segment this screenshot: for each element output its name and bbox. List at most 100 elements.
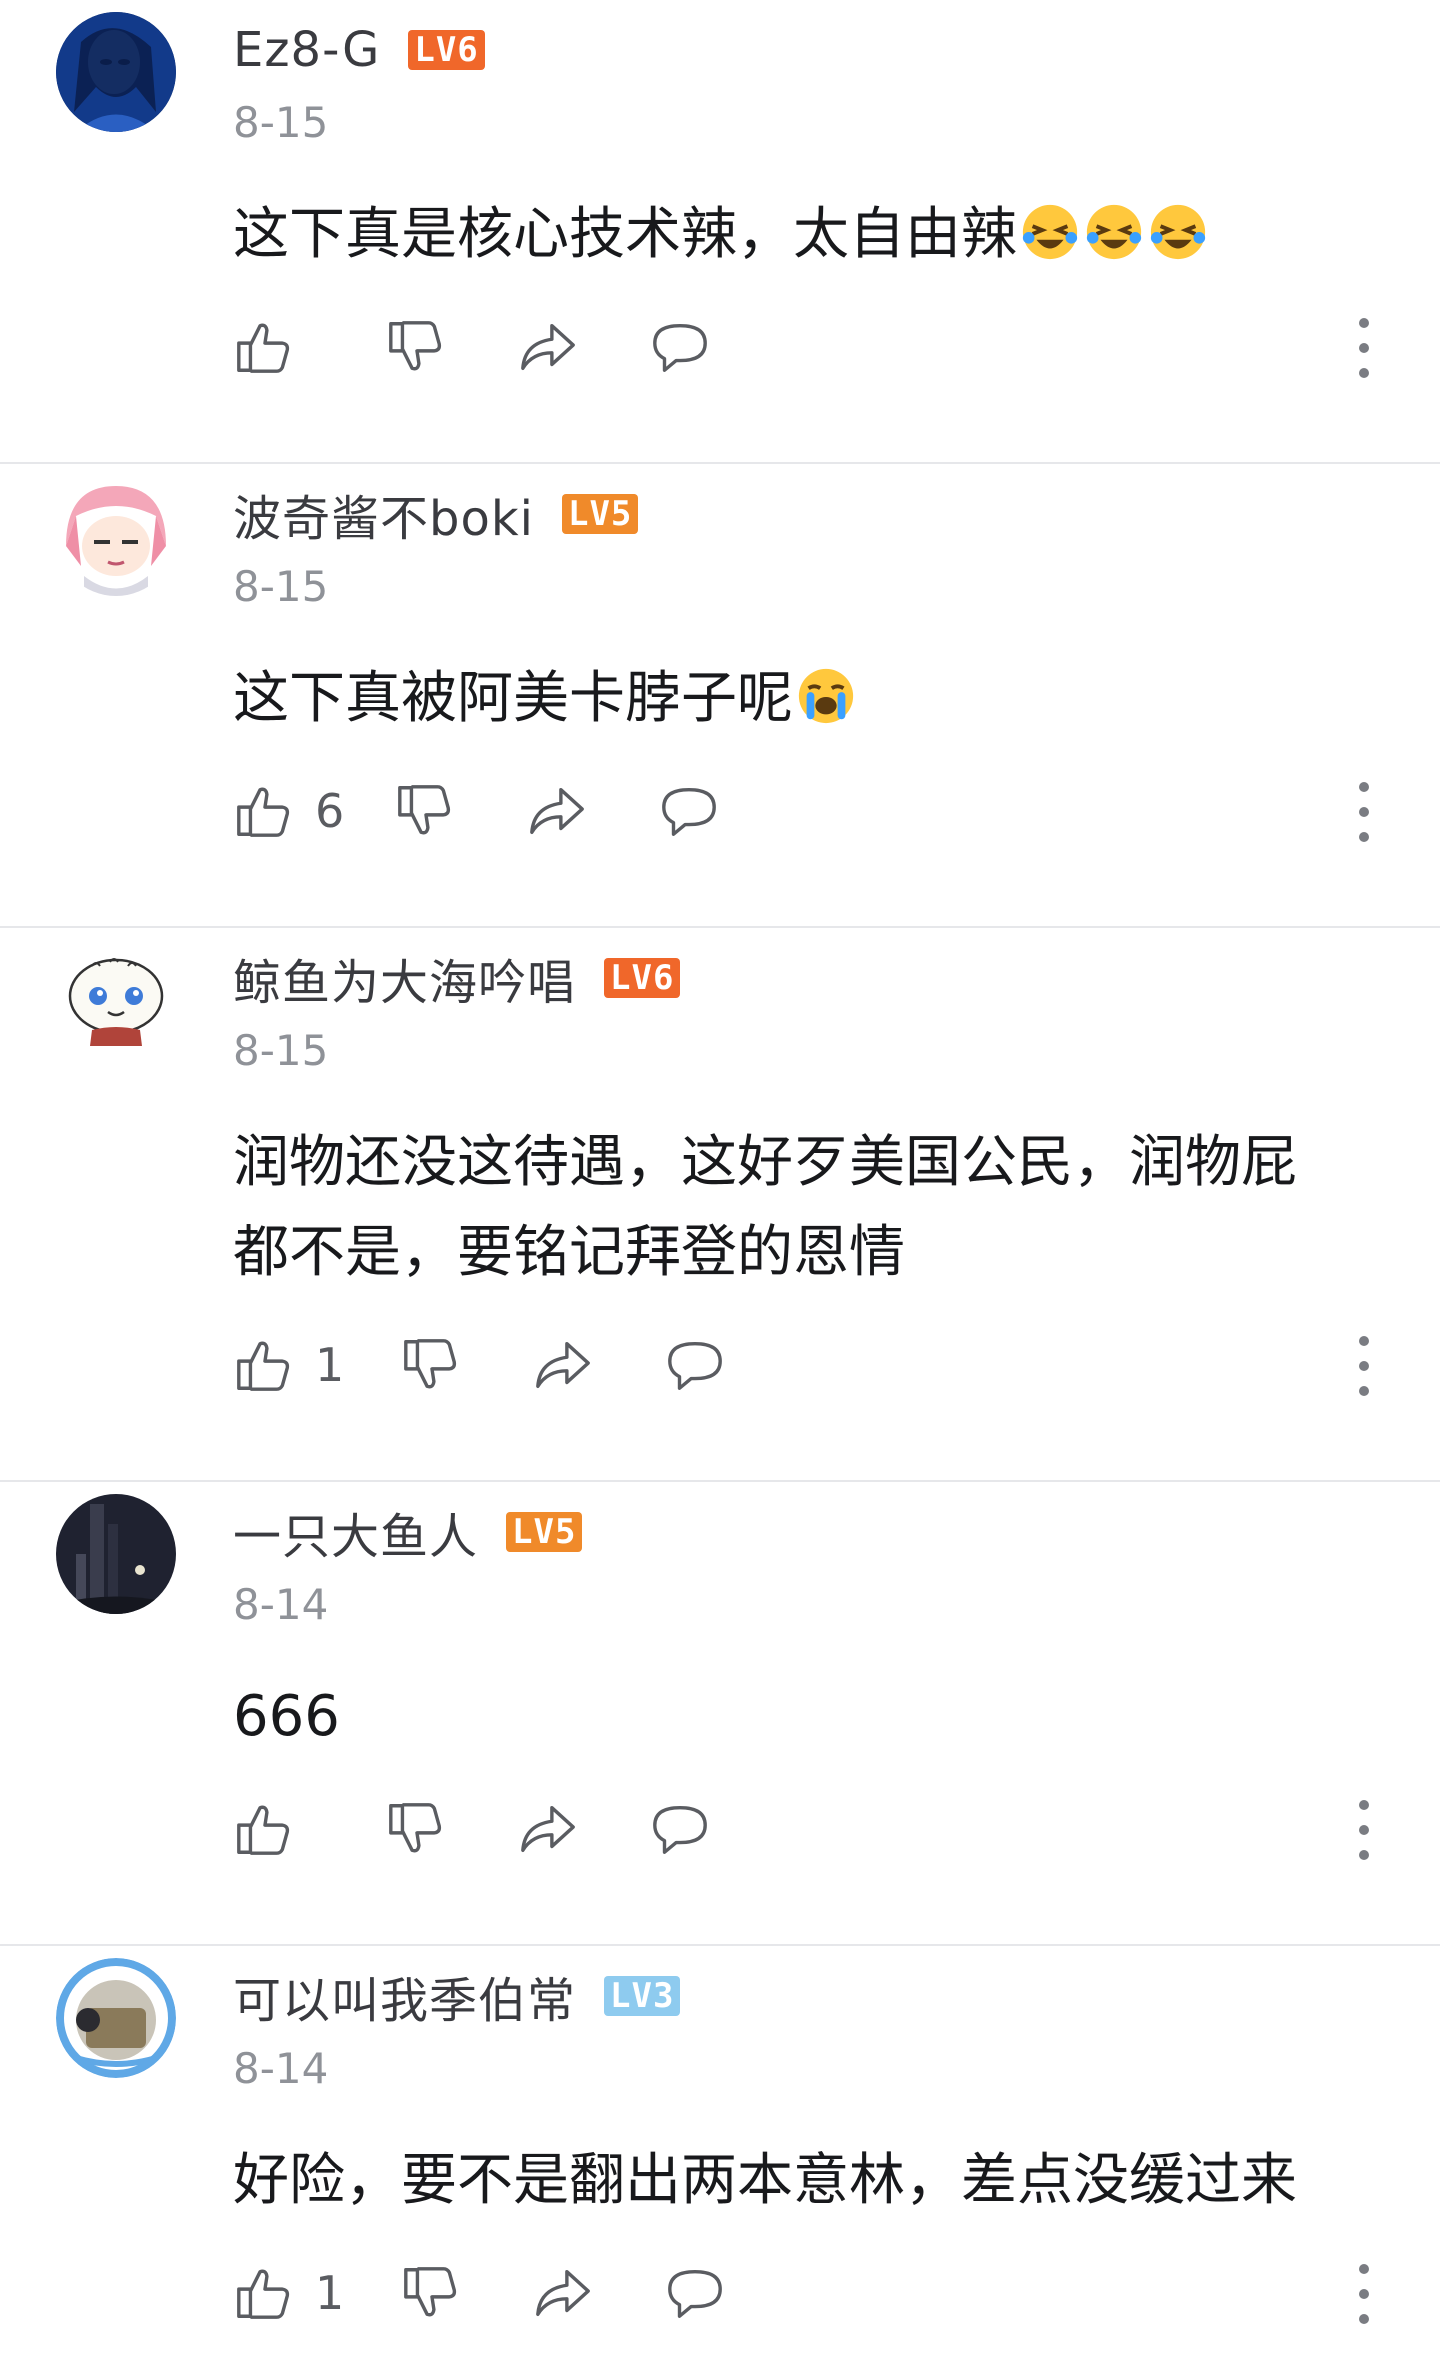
share-button[interactable] <box>517 1794 579 1864</box>
more-icon[interactable] <box>1356 1336 1372 1396</box>
comment-item: 一只大鱼人 LV5 8-14 666 <box>0 1482 1440 1946</box>
thumbs-up-icon <box>237 323 290 373</box>
share-icon <box>530 787 585 835</box>
comment-header: 鲸鱼为大海吟唱 LV6 <box>233 948 681 1011</box>
reply-icon <box>653 1805 707 1854</box>
comment-date: 8-14 <box>233 1580 329 1629</box>
thumbs-down-icon <box>398 785 451 835</box>
username[interactable]: Ez8-G <box>233 22 380 78</box>
level-badge: LV6 <box>408 30 485 70</box>
avatar-image-icon <box>56 940 176 1060</box>
level-badge: LV5 <box>506 1512 583 1552</box>
comment-list: Ez8-G LV6 8-15 这下真是核心技术辣，太自由辣 波奇酱不boki L… <box>0 0 1440 2366</box>
comment-text-content: 这下真是核心技术辣，太自由辣 <box>233 202 1017 267</box>
laughing-crying-emoji <box>1022 204 1078 260</box>
comment-item: 波奇酱不boki LV5 8-15 这下真被阿美卡脖子呢 6 <box>0 464 1440 928</box>
avatar[interactable] <box>56 1494 176 1614</box>
share-button[interactable] <box>517 312 579 382</box>
more-icon[interactable] <box>1356 318 1372 378</box>
comment-text: 这下真被阿美卡脖子呢 <box>233 654 1383 744</box>
reply-button[interactable] <box>664 1330 726 1400</box>
share-icon <box>536 1341 591 1389</box>
dislike-button[interactable] <box>394 776 456 846</box>
username[interactable]: 一只大鱼人 <box>233 1497 478 1567</box>
avatar-image-icon <box>56 1494 176 1614</box>
reply-button[interactable] <box>658 776 720 846</box>
thumbs-up-icon <box>237 2269 290 2319</box>
like-button[interactable] <box>233 1794 315 1864</box>
dislike-button[interactable] <box>385 312 447 382</box>
avatar-image-icon <box>56 12 176 132</box>
username[interactable]: 波奇酱不boki <box>233 479 534 549</box>
comment-date: 8-14 <box>233 2044 329 2093</box>
more-icon[interactable] <box>1356 2264 1372 2324</box>
thumbs-down-icon <box>404 1339 457 1389</box>
like-count: 6 <box>315 784 345 838</box>
laughing-crying-emoji <box>1086 204 1142 260</box>
level-badge: LV3 <box>604 1976 681 2016</box>
action-bar <box>233 1794 711 1864</box>
comment-item: 鲸鱼为大海吟唱 LV6 8-15 润物还没这待遇，这好歹美国公民，润物屁 都不是… <box>0 928 1440 1482</box>
like-button[interactable]: 1 <box>233 1330 344 1400</box>
thumbs-up-icon <box>237 1341 290 1391</box>
level-badge: LV6 <box>604 958 681 998</box>
like-button[interactable] <box>233 312 315 382</box>
like-button[interactable]: 6 <box>233 776 344 846</box>
comment-header: 可以叫我季伯常 LV3 <box>233 1966 681 2029</box>
comment-text: 润物还没这待遇，这好歹美国公民，润物屁 都不是，要铭记拜登的恩情 <box>233 1118 1383 1298</box>
share-icon <box>536 2269 591 2317</box>
username[interactable]: 鲸鱼为大海吟唱 <box>233 943 576 1013</box>
avatar[interactable] <box>56 476 176 596</box>
comment-date: 8-15 <box>233 562 329 611</box>
action-bar <box>233 312 711 382</box>
avatar[interactable] <box>56 1958 176 2078</box>
action-bar: 6 <box>233 776 720 846</box>
avatar[interactable] <box>56 940 176 1060</box>
comment-header: Ez8-G LV6 <box>233 20 485 80</box>
reply-button[interactable] <box>664 2258 726 2328</box>
comment-text: 666 <box>233 1672 1383 1762</box>
comment-item: Ez8-G LV6 8-15 这下真是核心技术辣，太自由辣 <box>0 0 1440 464</box>
comment-header: 波奇酱不boki LV5 <box>233 484 639 547</box>
more-icon[interactable] <box>1356 782 1372 842</box>
dislike-button[interactable] <box>385 1794 447 1864</box>
comment-item: 可以叫我季伯常 LV3 8-14 好险，要不是翻出两本意林，差点没缓过来 1 <box>0 1946 1440 2366</box>
reply-button[interactable] <box>649 312 711 382</box>
reply-icon <box>653 323 707 372</box>
comment-header: 一只大鱼人 LV5 <box>233 1502 583 1565</box>
comment-text: 好险，要不是翻出两本意林，差点没缓过来 <box>233 2136 1383 2226</box>
comment-date: 8-15 <box>233 1026 329 1075</box>
avatar-image-icon <box>56 476 176 596</box>
like-count: 1 <box>315 2266 345 2320</box>
share-icon <box>521 1805 575 1853</box>
dislike-button[interactable] <box>400 1330 462 1400</box>
comment-date: 8-15 <box>233 98 329 147</box>
like-count: 1 <box>315 1338 345 1392</box>
thumbs-up-icon <box>237 787 290 837</box>
comment-text: 这下真是核心技术辣，太自由辣 <box>233 190 1383 280</box>
loudly-crying-emoji <box>798 668 854 724</box>
share-button[interactable] <box>526 776 588 846</box>
action-bar: 1 <box>233 2258 726 2328</box>
thumbs-up-icon <box>237 1805 290 1855</box>
comment-text-content: 润物还没这待遇，这好歹美国公民，润物屁 都不是，要铭记拜登的恩情 <box>233 1130 1297 1285</box>
reply-icon <box>668 1341 723 1390</box>
reply-button[interactable] <box>649 1794 711 1864</box>
share-button[interactable] <box>532 2258 594 2328</box>
action-bar: 1 <box>233 1330 726 1400</box>
reply-icon <box>668 2269 723 2318</box>
comment-text-content: 这下真被阿美卡脖子呢 <box>233 666 793 731</box>
avatar[interactable] <box>56 12 176 132</box>
more-icon[interactable] <box>1356 1800 1372 1860</box>
thumbs-down-icon <box>404 2267 457 2317</box>
comment-text-content: 好险，要不是翻出两本意林，差点没缓过来 <box>233 2148 1297 2213</box>
username[interactable]: 可以叫我季伯常 <box>233 1961 576 2031</box>
like-button[interactable]: 1 <box>233 2258 344 2328</box>
share-button[interactable] <box>532 1330 594 1400</box>
dislike-button[interactable] <box>400 2258 462 2328</box>
thumbs-down-icon <box>389 1803 442 1853</box>
comment-text-content: 666 <box>233 1684 340 1749</box>
reply-icon <box>662 787 717 836</box>
thumbs-down-icon <box>389 321 442 371</box>
avatar-image-icon <box>56 1958 176 2078</box>
